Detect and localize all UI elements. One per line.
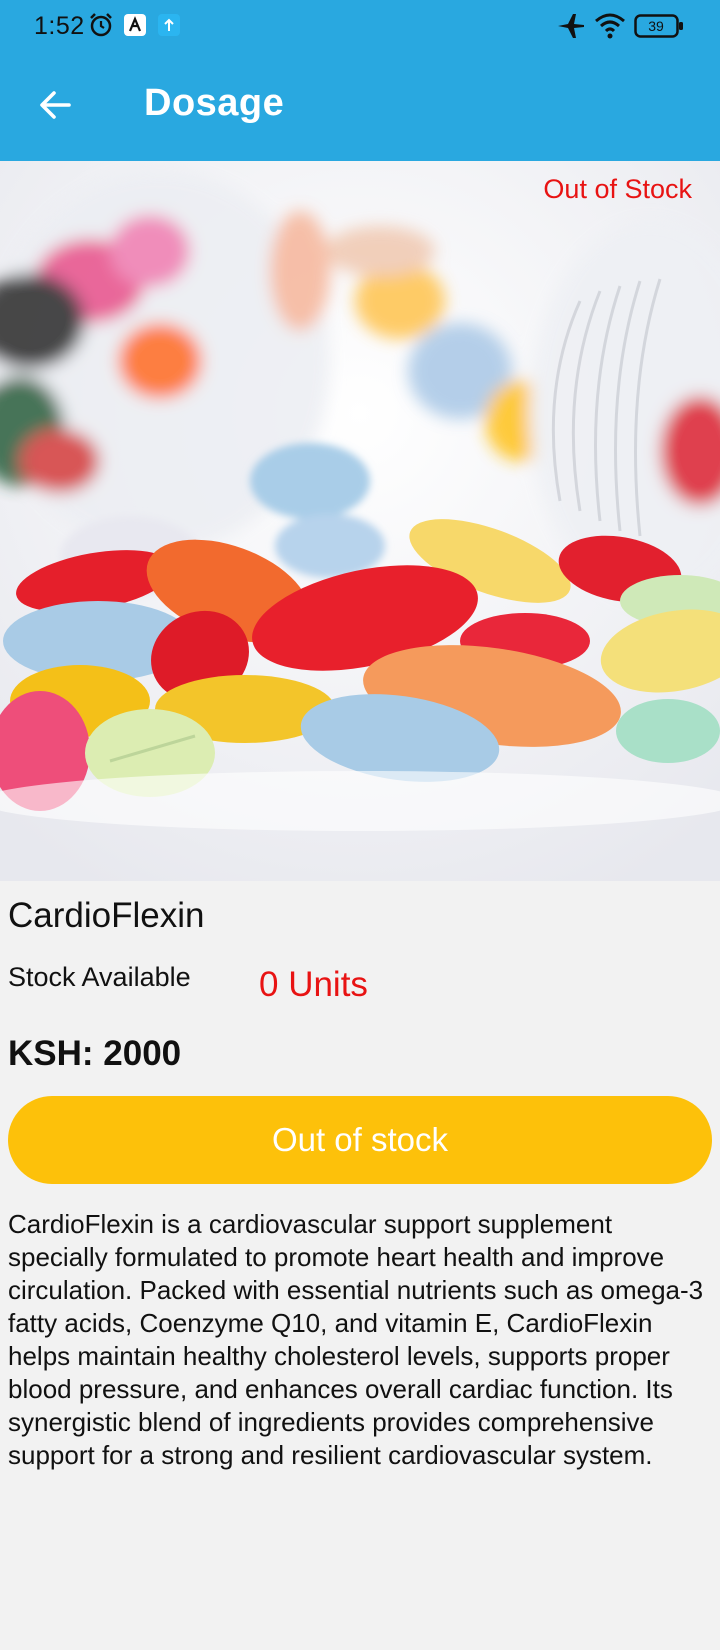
product-name: CardioFlexin [8,896,205,935]
product-image [0,161,720,881]
status-bar: 1:52 39 [0,0,720,54]
stock-available-label: Stock Available [8,962,191,992]
product-description: CardioFlexin is a cardiovascular support… [8,1209,704,1470]
back-button[interactable] [26,76,84,134]
app-bar: 1:52 39 Dosage [0,0,720,161]
arrow-left-icon [40,91,71,119]
stock-status-flag: Out of Stock [543,174,692,204]
stock-available-value: 0 Units [259,965,368,1004]
status-time: 1:52 [34,12,85,40]
battery-icon: 39 [634,14,684,43]
upload-notification-icon [158,14,180,41]
airplane-mode-icon [556,12,586,45]
battery-level: 39 [648,18,664,34]
out-of-stock-button[interactable]: Out of stock [8,1096,712,1184]
page-title: Dosage [144,82,285,124]
alarm-icon [88,12,114,43]
wifi-icon [594,12,626,45]
app-notification-icon [124,14,146,41]
product-price: KSH: 2000 [8,1034,182,1073]
